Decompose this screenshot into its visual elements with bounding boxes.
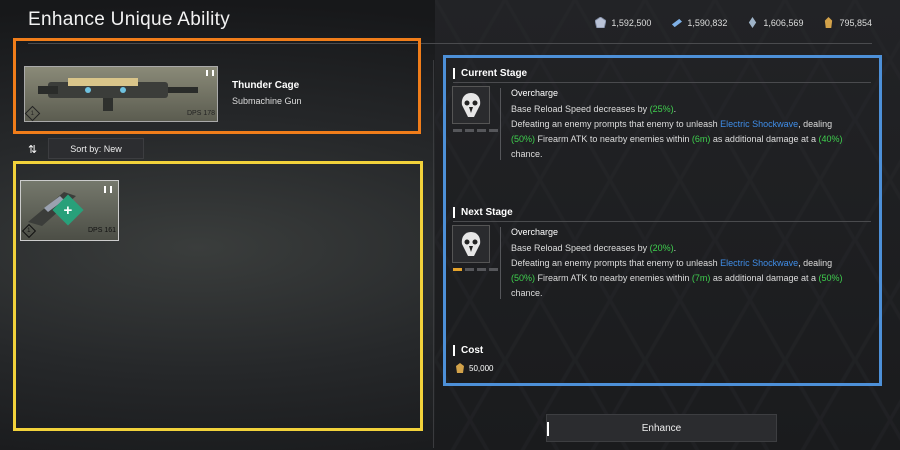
stage-pips <box>453 268 498 271</box>
stage-pip <box>489 129 498 132</box>
weapon-type: Submachine Gun <box>232 96 302 106</box>
panel-divider <box>433 60 434 448</box>
weapon-class-icon <box>104 186 112 193</box>
keyword-link: Electric Shockwave <box>720 258 799 268</box>
gold-currency-icon <box>456 363 464 373</box>
currency-shard: 1,606,569 <box>747 17 803 28</box>
ticket-currency-icon <box>672 18 683 28</box>
current-stage-title: Current Stage <box>453 68 527 79</box>
section-divider <box>453 82 871 83</box>
crystal-currency-icon <box>595 17 607 28</box>
stage-pip <box>477 268 486 271</box>
section-divider <box>453 221 871 222</box>
currency-gold: 795,854 <box>823 17 872 28</box>
stage-pip-active <box>453 268 462 271</box>
weapon-dps: DPS 178 <box>187 110 216 117</box>
currency-crystal: 1,592,500 <box>595 17 651 28</box>
currency-value: 1,592,500 <box>611 17 652 28</box>
stage-pip <box>465 268 474 271</box>
page-title: Enhance Unique Ability <box>28 9 231 30</box>
currency-value: 1,606,569 <box>763 17 804 28</box>
skull-ability-icon <box>452 86 490 124</box>
currency-ticket: 1,590,832 <box>671 17 727 28</box>
sort-dropdown[interactable]: Sort by: New <box>48 138 144 159</box>
weapon-dps: DPS 161 <box>88 227 117 234</box>
stage-pip <box>477 129 486 132</box>
stage-pip <box>489 268 498 271</box>
ability-name: Overcharge <box>511 227 559 237</box>
skull-ability-icon <box>452 225 490 263</box>
ability-name: Overcharge <box>511 88 559 98</box>
ability-description: Base Reload Speed decreases by (20%). De… <box>511 243 843 298</box>
ability-divider <box>500 227 501 299</box>
gold-currency-icon <box>825 17 833 28</box>
cost-value: 50,000 <box>469 364 494 373</box>
submachine-gun-icon <box>38 78 198 111</box>
ability-description: Base Reload Speed decreases by (25%). De… <box>511 104 843 159</box>
enhance-button[interactable]: Enhance <box>546 414 777 442</box>
next-stage-title: Next Stage <box>453 207 513 218</box>
stage-pip <box>453 129 462 132</box>
stage-pips <box>453 129 498 132</box>
weapon-class-icon <box>206 70 214 76</box>
cost-title: Cost <box>453 345 483 356</box>
currency-value: 795,854 <box>839 17 872 28</box>
shard-currency-icon <box>749 17 757 28</box>
weapon-name: Thunder Cage <box>232 80 300 91</box>
sort-order-icon[interactable]: ⇅ <box>28 143 37 156</box>
stage-pip <box>465 129 474 132</box>
currency-bar: 1,592,500 1,590,832 1,606,569 795,854 <box>595 17 872 28</box>
ability-divider <box>500 88 501 160</box>
keyword-link: Electric Shockwave <box>720 119 799 129</box>
currency-value: 1,590,832 <box>687 17 728 28</box>
